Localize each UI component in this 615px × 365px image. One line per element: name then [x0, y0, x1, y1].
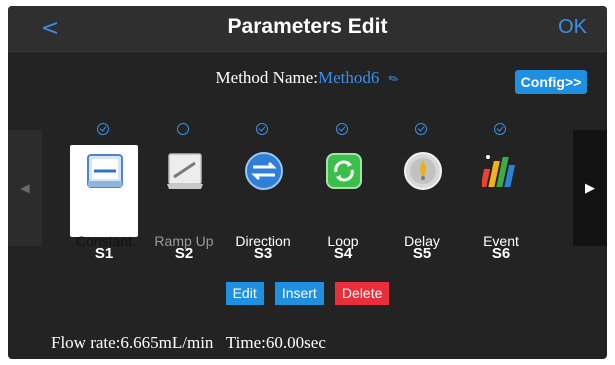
flow-rate-value: 6.665mL/min	[120, 333, 214, 352]
step-id: S3	[253, 245, 273, 262]
event-icon	[482, 155, 516, 187]
pencil-icon[interactable]: ✎	[386, 70, 402, 88]
step-s6[interactable]: Event S6	[464, 118, 538, 278]
edit-button[interactable]: Edit	[225, 282, 264, 305]
method-name-label: Method Name:	[215, 68, 318, 87]
step-s3[interactable]: Direction S3	[226, 118, 300, 278]
step-tile[interactable]: Ramp Up	[150, 145, 218, 249]
header-bar: < Parameters Edit OK	[8, 6, 607, 52]
status-bar: Flow rate:6.665mL/min Time:60.00sec	[51, 333, 326, 353]
action-bar: Edit Insert Delete	[8, 282, 607, 305]
insert-button[interactable]: Insert	[274, 282, 324, 305]
delay-icon	[404, 152, 442, 190]
ok-button[interactable]: OK	[558, 16, 587, 39]
direction-icon	[245, 152, 283, 190]
parameters-edit-screen: < Parameters Edit OK Method Name:Method6…	[8, 6, 607, 359]
step-id: S5	[412, 245, 432, 262]
step-id: S6	[491, 245, 511, 262]
step-check-radio[interactable]	[415, 123, 427, 135]
step-id: S2	[174, 245, 194, 262]
time-value: 60.00sec	[265, 333, 326, 352]
flow-rate-label: Flow rate:	[51, 333, 121, 352]
constant-icon	[87, 154, 123, 188]
step-id: S1	[94, 245, 114, 262]
step-tile[interactable]: Direction	[229, 145, 297, 249]
scroll-left-button[interactable]: ◀	[8, 130, 42, 246]
step-check-radio[interactable]	[494, 123, 506, 135]
step-check-radio[interactable]	[97, 123, 109, 135]
step-tile[interactable]: Constant	[70, 145, 138, 249]
step-s4[interactable]: Loop S4	[306, 118, 380, 278]
delete-button[interactable]: Delete	[334, 282, 390, 305]
step-check-radio[interactable]	[177, 123, 189, 135]
step-check-radio[interactable]	[336, 123, 348, 135]
step-tile[interactable]: Delay	[388, 145, 456, 249]
step-id: S4	[333, 245, 353, 262]
method-name-value[interactable]: Method6	[318, 68, 379, 87]
step-check-radio[interactable]	[256, 123, 268, 135]
step-tile[interactable]: Loop	[309, 145, 377, 249]
page-title: Parameters Edit	[227, 15, 388, 38]
left-arrow-icon: ◀	[20, 181, 30, 195]
step-tile[interactable]: Event	[467, 145, 535, 249]
step-s2[interactable]: Ramp Up S2	[147, 118, 221, 278]
right-arrow-icon: ▶	[585, 180, 595, 196]
step-s1[interactable]: Constant S1	[67, 118, 141, 278]
step-s5[interactable]: Delay S5	[385, 118, 459, 278]
loop-icon	[326, 153, 362, 189]
config-button[interactable]: Config>>	[515, 70, 587, 94]
time-label: Time:	[225, 333, 266, 352]
scroll-right-button[interactable]: ▶	[573, 130, 607, 246]
ramp-up-icon	[167, 153, 203, 189]
